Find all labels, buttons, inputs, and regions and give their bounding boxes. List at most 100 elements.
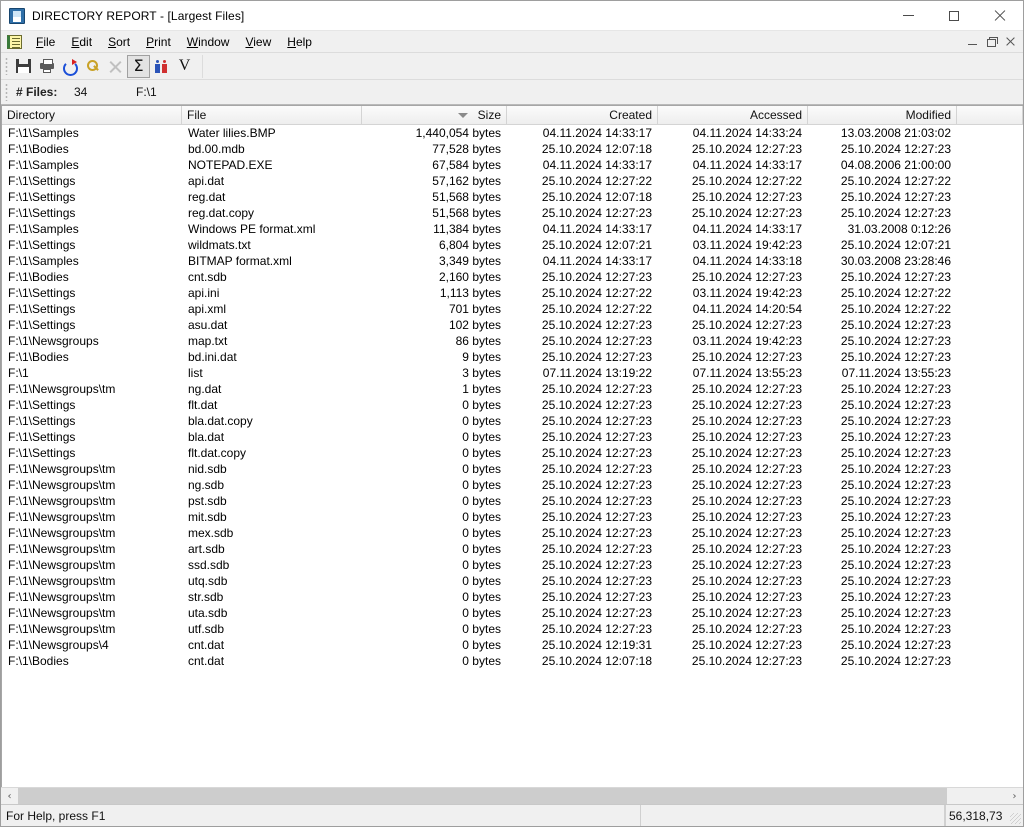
table-row[interactable]: F:\1\Samples Water lilies.BMP 1,440,054 by…	[2, 125, 1023, 141]
maximize-button[interactable]	[931, 1, 977, 31]
cell-directory: F:\1\Newsgroups\4	[8, 638, 109, 652]
table-row[interactable]: F:\1\Settings flt.dat.copy 0 bytes 25.10.20…	[2, 445, 1023, 461]
column-header-file[interactable]: File	[182, 106, 362, 124]
table-row[interactable]: F:\1\Settings asu.dat 102 bytes 25.10.2024 …	[2, 317, 1023, 333]
table-row[interactable]: F:\1\Newsgroups\tm uta.sdb 0 bytes 25.10.20…	[2, 605, 1023, 621]
cell-accessed: 25.10.2024 12:27:23	[691, 590, 802, 604]
table-row[interactable]: F:\1\Settings api.ini 1,113 bytes 25.10.202…	[2, 285, 1023, 301]
cell-directory: F:\1	[8, 366, 29, 380]
cell-file: bd.ini.dat	[188, 350, 237, 364]
cell-modified: 25.10.2024 12:27:23	[840, 398, 951, 412]
cell-created: 25.10.2024 12:27:23	[541, 334, 652, 348]
table-row[interactable]: F:\1\Settings api.xml 701 bytes 25.10.2024 …	[2, 301, 1023, 317]
cell-filler	[957, 141, 1023, 157]
cell-created: 25.10.2024 12:27:23	[541, 350, 652, 364]
cell-directory: F:\1\Bodies	[8, 142, 69, 156]
cell-accessed: 25.10.2024 12:27:23	[691, 478, 802, 492]
scroll-right-arrow-icon[interactable]: ›	[1006, 788, 1023, 804]
cell-size: 86 bytes	[455, 334, 501, 348]
resize-grip[interactable]	[1007, 805, 1023, 826]
print-button[interactable]	[35, 55, 58, 78]
cell-file: api.dat	[188, 174, 225, 188]
table-row[interactable]: F:\1\Newsgroups\tm ng.dat 1 bytes 25.10.202…	[2, 381, 1023, 397]
table-row[interactable]: F:\1\Samples BITMAP format.xml 3,349 bytes…	[2, 253, 1023, 269]
menu-item-window[interactable]: Window	[179, 32, 238, 52]
cell-file: map.txt	[188, 334, 228, 348]
table-row[interactable]: F:\1\Bodies bd.ini.dat 9 bytes 25.10.2024 1…	[2, 349, 1023, 365]
cell-modified: 07.11.2024 13:55:23	[841, 366, 951, 380]
menu-item-print[interactable]: Print	[138, 32, 179, 52]
cell-accessed: 25.10.2024 12:27:23	[691, 318, 802, 332]
cell-created: 04.11.2024 14:33:17	[542, 254, 652, 268]
scrollbar-thumb[interactable]	[18, 788, 947, 804]
cell-size: 3 bytes	[462, 366, 501, 380]
table-row[interactable]: F:\1\Settings reg.dat 51,568 bytes 25.10.20…	[2, 189, 1023, 205]
owner-button[interactable]	[150, 55, 173, 78]
table-row[interactable]: F:\1\Bodies cnt.sdb 2,160 bytes 25.10.2024 …	[2, 269, 1023, 285]
column-header-size[interactable]: Size	[362, 106, 507, 124]
menu-item-sort[interactable]: Sort	[100, 32, 138, 52]
table-row[interactable]: F:\1\Newsgroups\tm mex.sdb 0 bytes 25.10.20…	[2, 525, 1023, 541]
cell-modified: 25.10.2024 12:27:23	[840, 590, 951, 604]
version-button[interactable]: V	[173, 55, 196, 78]
table-row[interactable]: F:\1\Newsgroups\tm ssd.sdb 0 bytes 25.10.20…	[2, 557, 1023, 573]
toolbar-grip[interactable]	[5, 57, 8, 75]
table-row[interactable]: F:\1\Samples NOTEPAD.EXE 67,584 bytes 04.11…	[2, 157, 1023, 173]
table-row[interactable]: F:\1\Newsgroups\4 cnt.dat 0 bytes 25.10.202…	[2, 637, 1023, 653]
scroll-left-arrow-icon[interactable]: ‹	[1, 788, 18, 804]
cell-size: 0 bytes	[462, 638, 501, 652]
menu-item-view[interactable]: View	[237, 32, 279, 52]
table-row[interactable]: F:\1\Newsgroups\tm ng.sdb 0 bytes 25.10.202…	[2, 477, 1023, 493]
cell-directory: F:\1\Newsgroups\tm	[8, 462, 116, 476]
table-row[interactable]: F:\1\Settings bla.dat.copy 0 bytes 25.10.20…	[2, 413, 1023, 429]
cell-accessed: 25.10.2024 12:27:23	[691, 654, 802, 668]
table-row[interactable]: F:\1\Newsgroups map.txt 86 bytes 25.10.2024…	[2, 333, 1023, 349]
minimize-button[interactable]	[885, 1, 931, 31]
table-row[interactable]: F:\1\Newsgroups\tm str.sdb 0 bytes 25.10.20…	[2, 589, 1023, 605]
menu-item-file[interactable]: File	[28, 32, 63, 52]
table-row[interactable]: F:\1\Newsgroups\tm nid.sdb 0 bytes 25.10.20…	[2, 461, 1023, 477]
table-row[interactable]: F:\1\Settings bla.dat 0 bytes 25.10.2024 12…	[2, 429, 1023, 445]
table-row[interactable]: F:\1\Newsgroups\tm pst.sdb 0 bytes 25.10.20…	[2, 493, 1023, 509]
close-button[interactable]	[977, 1, 1023, 31]
scrollbar-track[interactable]	[18, 788, 1006, 804]
table-row[interactable]: F:\1\Newsgroups\tm mit.sdb 0 bytes 25.10.20…	[2, 509, 1023, 525]
table-row[interactable]: F:\1\Bodies bd.00.mdb 77,528 bytes 25.10.20…	[2, 141, 1023, 157]
mdi-close-button[interactable]	[1001, 33, 1020, 51]
cell-created: 25.10.2024 12:27:23	[541, 446, 652, 460]
horizontal-scrollbar[interactable]: ‹ ›	[1, 787, 1023, 804]
cell-modified: 25.10.2024 12:27:22	[840, 286, 951, 300]
table-row[interactable]: F:\1\Bodies cnt.dat 0 bytes 25.10.2024 12:0…	[2, 653, 1023, 669]
save-button[interactable]	[12, 55, 35, 78]
column-header-directory[interactable]: Directory	[2, 106, 182, 124]
menu-item-help[interactable]: Help	[279, 32, 320, 52]
cell-size: 51,568 bytes	[432, 190, 501, 204]
cell-directory: F:\1\Newsgroups\tm	[8, 542, 116, 556]
cell-file: pst.sdb	[188, 494, 227, 508]
refresh-button[interactable]	[58, 55, 81, 78]
mdi-close-icon	[1006, 37, 1015, 46]
sum-button[interactable]: Σ	[127, 54, 150, 78]
table-row[interactable]: F:\1\Newsgroups\tm utf.sdb 0 bytes 25.10.20…	[2, 621, 1023, 637]
mdi-minimize-button[interactable]	[963, 33, 982, 51]
cell-size: 3,349 bytes	[438, 254, 501, 268]
find-button[interactable]	[81, 55, 104, 78]
cell-modified: 25.10.2024 12:27:23	[840, 478, 951, 492]
menu-item-edit[interactable]: Edit	[63, 32, 100, 52]
table-row[interactable]: F:\1 list 3 bytes 07.11.2024 13:19:22 07.11.…	[2, 365, 1023, 381]
cell-filler	[957, 237, 1023, 253]
column-header-file-label: File	[187, 108, 207, 122]
table-row[interactable]: F:\1\Settings flt.dat 0 bytes 25.10.2024 12…	[2, 397, 1023, 413]
table-row[interactable]: F:\1\Newsgroups\tm art.sdb 0 bytes 25.10.20…	[2, 541, 1023, 557]
mdi-restore-button[interactable]	[982, 33, 1001, 51]
table-row[interactable]: F:\1\Settings reg.dat.copy 51,568 bytes 25.…	[2, 205, 1023, 221]
column-header-created[interactable]: Created	[507, 106, 658, 124]
column-header-modified[interactable]: Modified	[808, 106, 957, 124]
table-row[interactable]: F:\1\Settings api.dat 57,162 bytes 25.10.20…	[2, 173, 1023, 189]
info-bar-grip[interactable]	[5, 83, 8, 101]
table-row[interactable]: F:\1\Settings wildmats.txt 6,804 bytes 25.1…	[2, 237, 1023, 253]
table-row[interactable]: F:\1\Newsgroups\tm utq.sdb 0 bytes 25.10.20…	[2, 573, 1023, 589]
table-row[interactable]: F:\1\Samples Windows PE format.xml 11,384 …	[2, 221, 1023, 237]
column-header-accessed[interactable]: Accessed	[658, 106, 808, 124]
cell-modified: 25.10.2024 12:27:23	[840, 206, 951, 220]
